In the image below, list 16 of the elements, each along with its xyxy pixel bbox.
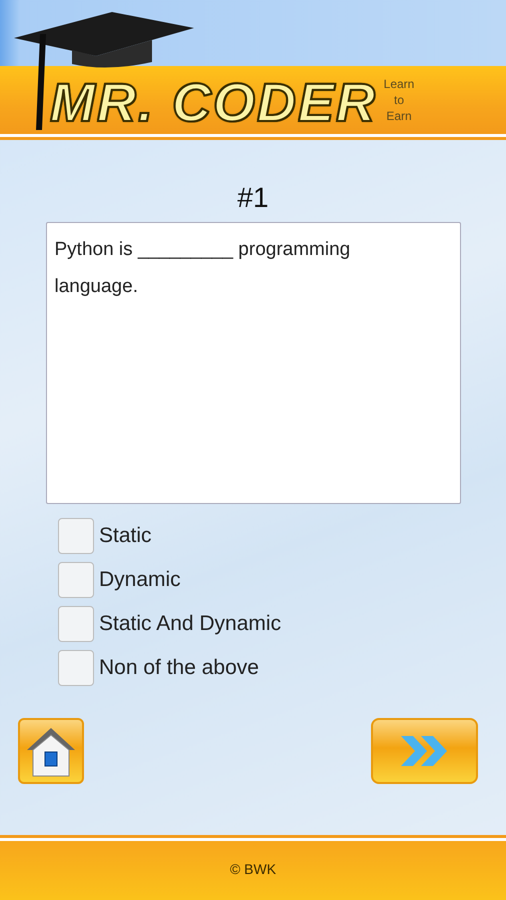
question-number: #1: [237, 182, 269, 214]
tagline: Learn to Earn: [383, 76, 415, 124]
question-text: Python is _________ programming language.: [54, 238, 352, 299]
answer-checkbox[interactable]: [58, 518, 94, 554]
next-button[interactable]: [371, 718, 478, 784]
copyright-text: © BWK: [230, 861, 276, 877]
answer-checkbox[interactable]: [58, 562, 94, 598]
answer-label[interactable]: Non of the above: [99, 656, 259, 680]
answer-label[interactable]: Dynamic: [99, 568, 181, 592]
answer-checkbox[interactable]: [58, 606, 94, 642]
tassel-icon: [36, 34, 46, 130]
home-button[interactable]: [18, 718, 84, 784]
answer-checkbox[interactable]: [58, 650, 94, 686]
answer-label[interactable]: Static And Dynamic: [99, 612, 282, 636]
answer-label[interactable]: Static: [99, 524, 152, 548]
logo-text: MR. CODER: [50, 72, 377, 130]
